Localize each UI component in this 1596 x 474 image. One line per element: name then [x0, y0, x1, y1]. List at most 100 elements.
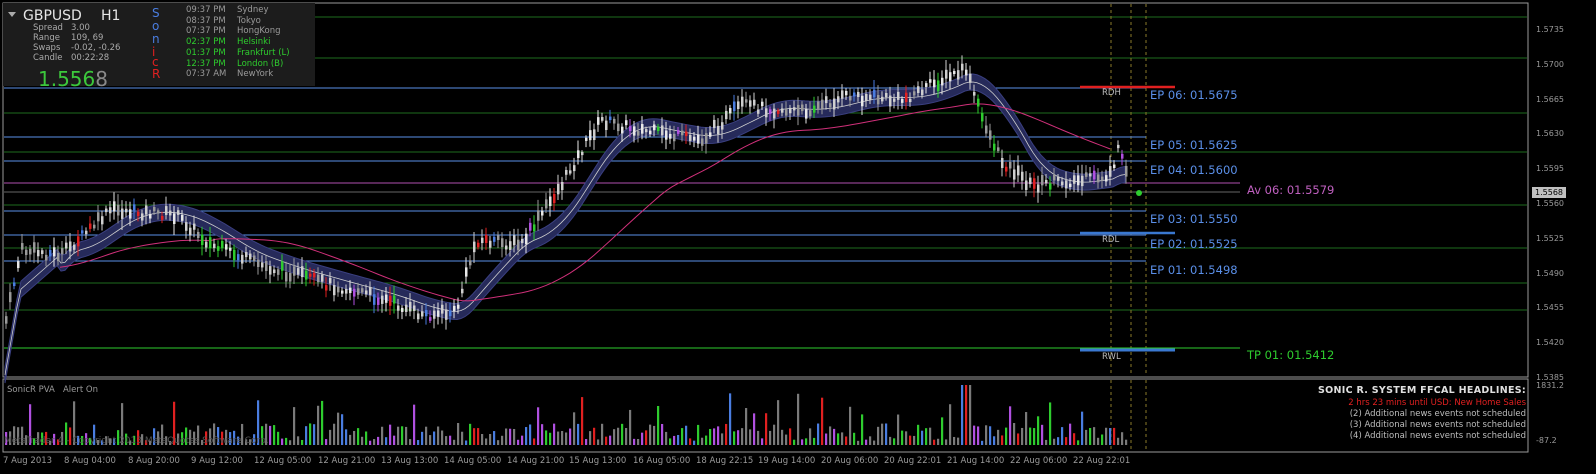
volume-bar	[741, 428, 744, 445]
volume-bar	[613, 429, 616, 445]
candle-body	[889, 95, 892, 107]
candle-body	[1121, 153, 1124, 159]
candle-body	[917, 86, 920, 93]
session-time: 09:37 PM	[186, 5, 226, 15]
volume-bar	[969, 385, 972, 445]
session-name: NewYork	[237, 69, 274, 80]
candle-body	[965, 69, 968, 76]
volume-bar	[637, 438, 640, 445]
volume-bar	[505, 428, 508, 445]
volume-bar	[549, 432, 552, 445]
candle-body	[877, 95, 880, 105]
volume-bar	[625, 428, 628, 445]
candle-body	[457, 304, 460, 309]
candle-body	[1069, 183, 1072, 188]
volume-bar	[1097, 437, 1100, 445]
candle-body	[961, 63, 964, 71]
stat-key: Candle	[33, 53, 63, 63]
candle-body	[377, 297, 380, 305]
volume-bar	[569, 428, 572, 445]
volume-bar	[993, 436, 996, 445]
volume-bar	[733, 431, 736, 445]
volume-bar	[813, 437, 816, 445]
volume-bar	[705, 435, 708, 445]
volume-bar	[717, 426, 720, 445]
volume-bar	[605, 436, 608, 445]
candle-body	[1125, 165, 1128, 177]
volume-bar	[785, 434, 788, 445]
candle-body	[357, 288, 360, 295]
volume-bar	[273, 425, 276, 445]
level-label: EP 01: 01.5498	[1150, 263, 1238, 277]
candle-body	[29, 248, 32, 255]
volume-bar	[1025, 412, 1028, 445]
candles	[5, 55, 1128, 330]
candle-body	[721, 122, 724, 130]
candle-body	[205, 241, 208, 248]
candle-body	[445, 309, 448, 320]
volume-bar	[449, 435, 452, 445]
time-tick: 21 Aug 14:00	[947, 456, 1005, 466]
candle-body	[181, 214, 184, 221]
candle-body	[213, 243, 216, 248]
candle-body	[1045, 179, 1048, 184]
stat-value: 3.00	[71, 23, 90, 33]
volume-bar	[641, 432, 644, 445]
candle-body	[585, 137, 588, 141]
volume-bar	[909, 435, 912, 445]
volume-bar	[1013, 423, 1016, 445]
candle-body	[149, 214, 152, 219]
stat-key: Swaps	[33, 43, 61, 53]
candle-body	[1065, 180, 1068, 189]
candle-body	[1013, 169, 1016, 180]
volume-bar	[305, 426, 308, 445]
candle-body	[781, 108, 784, 113]
volume-bar	[633, 438, 636, 445]
level-label: EP 05: 01.5625	[1150, 138, 1238, 152]
volume-bar	[325, 439, 328, 445]
candle-body	[133, 204, 136, 211]
volume-bar	[821, 397, 824, 445]
volume-bar	[349, 434, 352, 445]
candle-body	[933, 79, 936, 88]
volume-bar	[829, 426, 832, 445]
candle-body	[1061, 181, 1064, 186]
candle-body	[413, 305, 416, 311]
session-name: Sydney	[237, 5, 269, 15]
volume-bar	[589, 431, 592, 445]
stat-key: Spread	[33, 23, 63, 33]
volume-bar	[973, 425, 976, 445]
volume-bar	[1057, 437, 1060, 445]
news-title: SONIC R. SYSTEM FFCAL HEADLINES:	[1318, 385, 1526, 396]
candle-body	[197, 231, 200, 238]
volume-bar	[1065, 437, 1068, 445]
volume-bar	[701, 437, 704, 445]
level-label: EP 02: 01.5525	[1150, 237, 1238, 251]
news-item: (3) Additional news events not scheduled	[1349, 420, 1526, 430]
volume-bar	[949, 404, 952, 445]
volume-bar	[897, 414, 900, 445]
volume-bar	[685, 425, 688, 445]
volume-bar	[645, 430, 648, 445]
volume-bar	[1053, 438, 1056, 445]
candle-body	[329, 277, 332, 284]
candle-body	[989, 130, 992, 140]
candle-body	[189, 227, 192, 236]
price-tick: 1.5595	[1536, 164, 1564, 174]
candle-body	[177, 210, 180, 215]
volume-bar	[689, 438, 692, 445]
volume-bar	[841, 432, 844, 445]
volume-bar	[861, 414, 864, 445]
volume-bar	[441, 430, 444, 445]
volume-bar	[425, 426, 428, 445]
candle-body	[245, 252, 248, 258]
volume-bar	[429, 435, 432, 445]
candle-body	[97, 212, 100, 222]
volume-bar	[997, 429, 1000, 445]
candle-body	[429, 317, 432, 321]
candle-body	[997, 147, 1000, 151]
candle-body	[621, 126, 624, 134]
volume-bar	[885, 423, 888, 445]
dropdown-icon[interactable]	[8, 12, 16, 17]
time-tick: 8 Aug 20:00	[128, 456, 180, 466]
